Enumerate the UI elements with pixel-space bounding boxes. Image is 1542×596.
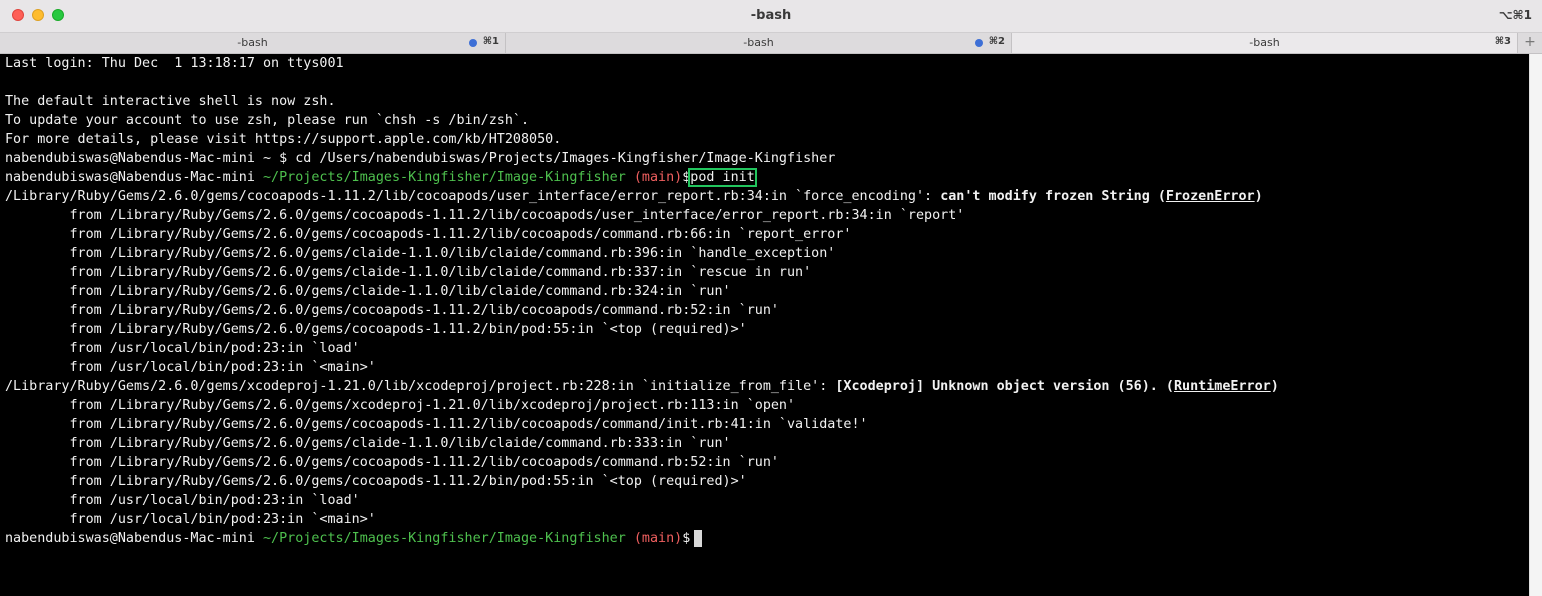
tab-label: -bash (237, 36, 268, 49)
cursor-block (694, 529, 703, 547)
stack-trace-line: from /Library/Ruby/Gems/2.6.0/gems/claid… (5, 265, 812, 280)
terminal-output[interactable]: Last login: Thu Dec 1 13:18:17 on ttys00… (0, 54, 1530, 596)
prompt-path: ~/Projects/Images-Kingfisher/Image-Kingf… (262, 531, 626, 546)
error-close: ) (1254, 189, 1263, 204)
activity-dot-icon (975, 39, 983, 47)
prompt-suffix: $ (682, 531, 691, 546)
prompt-line: nabendubiswas@Nabendus-Mac-mini ~/Projec… (5, 168, 1530, 187)
error-close: ) (1270, 379, 1279, 394)
stack-trace-line: from /usr/local/bin/pod:23:in `load' (5, 341, 360, 356)
terminal-line: To update your account to use zsh, pleas… (5, 113, 530, 128)
stack-trace-line: from /Library/Ruby/Gems/2.6.0/gems/claid… (5, 284, 731, 299)
tab-label: -bash (1249, 36, 1280, 49)
error-line: /Library/Ruby/Gems/2.6.0/gems/xcodeproj-… (5, 377, 1530, 396)
tab-shortcut: ⌘2 (988, 36, 1005, 47)
highlighted-command: pod init (688, 168, 757, 187)
window-title: -bash (750, 8, 792, 23)
terminal-line: For more details, please visit https://s… (5, 132, 562, 147)
new-tab-button[interactable]: + (1518, 33, 1542, 53)
error-message: [Xcodeproj] Unknown object version (56).… (835, 379, 1174, 394)
stack-trace-line: from /Library/Ruby/Gems/2.6.0/gems/cocoa… (5, 455, 779, 470)
prompt-path: ~/Projects/Images-Kingfisher/Image-Kingf… (262, 170, 626, 185)
tab-1[interactable]: -bash ⌘1 (0, 33, 506, 53)
tab-2[interactable]: -bash ⌘2 (506, 33, 1012, 53)
stack-trace-line: from /Library/Ruby/Gems/2.6.0/gems/cocoa… (5, 303, 779, 318)
prompt-user: nabendubiswas@Nabendus-Mac-mini (5, 531, 263, 546)
title-bar: -bash ⌥⌘1 (0, 0, 1542, 33)
prompt-user: nabendubiswas@Nabendus-Mac-mini (5, 170, 263, 185)
tab-shortcut: ⌘1 (482, 36, 499, 47)
tab-label: -bash (743, 36, 774, 49)
prompt-branch: (main) (625, 531, 683, 546)
error-location: /Library/Ruby/Gems/2.6.0/gems/cocoapods-… (5, 189, 941, 204)
stack-trace-line: from /Library/Ruby/Gems/2.6.0/gems/cocoa… (5, 474, 747, 489)
tab-shortcut: ⌘3 (1494, 36, 1511, 47)
stack-trace-line: from /Library/Ruby/Gems/2.6.0/gems/xcode… (5, 398, 796, 413)
prompt-line[interactable]: nabendubiswas@Nabendus-Mac-mini ~/Projec… (5, 529, 1530, 548)
scrollbar[interactable] (1529, 54, 1542, 596)
stack-trace-line: from /Library/Ruby/Gems/2.6.0/gems/claid… (5, 246, 836, 261)
error-class: RuntimeError (1173, 379, 1271, 394)
error-class: FrozenError (1165, 189, 1255, 204)
stack-trace-line: from /Library/Ruby/Gems/2.6.0/gems/cocoa… (5, 322, 747, 337)
stack-trace-line: from /usr/local/bin/pod:23:in `<main>' (5, 360, 376, 375)
window-shortcut: ⌥⌘1 (1498, 8, 1532, 22)
activity-dot-icon (469, 39, 477, 47)
stack-trace-line: from /Library/Ruby/Gems/2.6.0/gems/claid… (5, 436, 731, 451)
error-line: /Library/Ruby/Gems/2.6.0/gems/cocoapods-… (5, 187, 1530, 206)
stack-trace-line: from /Library/Ruby/Gems/2.6.0/gems/cocoa… (5, 208, 965, 223)
terminal-line: nabendubiswas@Nabendus-Mac-mini ~ $ cd /… (5, 151, 836, 166)
error-message: can't modify frozen String ( (940, 189, 1166, 204)
tab-3[interactable]: -bash ⌘3 (1012, 33, 1518, 53)
stack-trace-line: from /Library/Ruby/Gems/2.6.0/gems/cocoa… (5, 417, 868, 432)
prompt-branch: (main) (625, 170, 683, 185)
terminal-line: Last login: Thu Dec 1 13:18:17 on ttys00… (5, 56, 344, 71)
stack-trace-line: from /usr/local/bin/pod:23:in `<main>' (5, 512, 376, 527)
stack-trace-line: from /Library/Ruby/Gems/2.6.0/gems/cocoa… (5, 227, 852, 242)
stack-trace-line: from /usr/local/bin/pod:23:in `load' (5, 493, 360, 508)
error-location: /Library/Ruby/Gems/2.6.0/gems/xcodeproj-… (5, 379, 836, 394)
terminal-line: The default interactive shell is now zsh… (5, 94, 336, 109)
tab-bar: -bash ⌘1 -bash ⌘2 -bash ⌘3 + (0, 33, 1542, 54)
